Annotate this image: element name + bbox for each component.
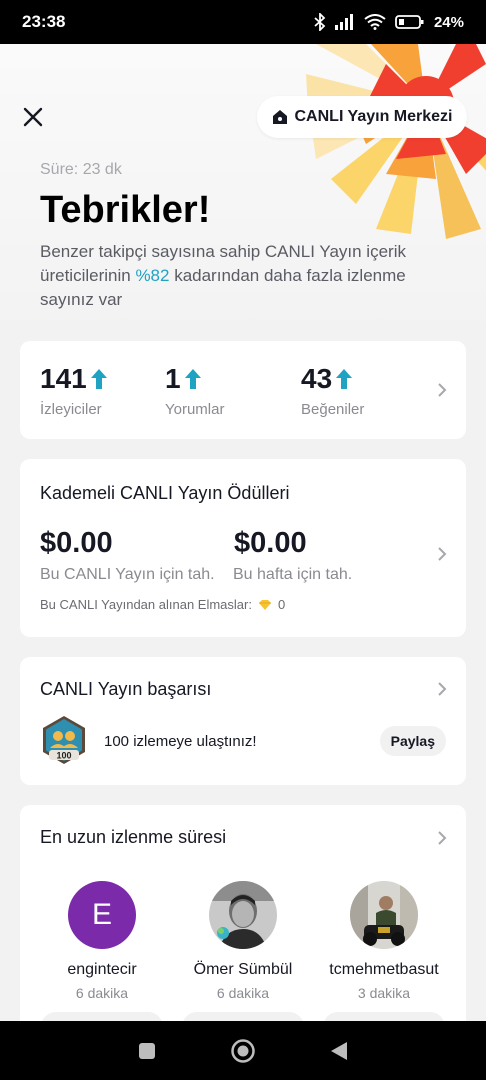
avatar-photo-motorcycle [350, 881, 418, 949]
diamond-icon [258, 599, 271, 610]
live-center-label: CANLI Yayın Merkezi [294, 108, 453, 125]
chevron-right-icon [438, 547, 447, 561]
weekly-earnings-label: Bu hafta için tah. [233, 566, 353, 583]
status-icons: 24% [314, 13, 464, 31]
viewer-item[interactable]: tcmehmetbasut 3 dakika [314, 881, 454, 1001]
desc-percentage: %82 [135, 266, 170, 285]
viewer-item[interactable]: Ömer Sümbül 6 dakika [173, 881, 313, 1001]
up-arrow-icon [184, 369, 201, 389]
up-arrow-icon [90, 369, 107, 389]
live-earnings-label: Bu CANLI Yayın için tah. [40, 566, 215, 583]
chevron-right-icon [438, 831, 447, 845]
signal-icon [334, 14, 353, 30]
milestone-text: 100 izlemeye ulaştınız! [104, 733, 257, 750]
diamonds-value: 0 [277, 597, 286, 612]
watch-title: En uzun izlenme süresi [40, 827, 227, 847]
status-time: 23:38 [22, 12, 66, 31]
back-icon[interactable] [329, 1040, 349, 1062]
stat-label: Yorumlar [165, 401, 225, 418]
chevron-right-icon [438, 383, 447, 397]
rewards-card[interactable]: Kademeli CANLI Yayın Ödülleri $0.00 Bu C… [20, 459, 466, 637]
rewards-title: Kademeli CANLI Yayın Ödülleri [40, 483, 290, 503]
stat-likes: 43 Beğeniler [301, 363, 364, 418]
home-icon[interactable] [230, 1038, 256, 1064]
diamonds-label: Bu CANLI Yayından alınan Elmaslar: [40, 597, 252, 612]
wifi-icon [364, 14, 386, 30]
badge-number: 100 [56, 751, 71, 761]
diamonds-row: Bu CANLI Yayından alınan Elmaslar: 0 [40, 597, 285, 612]
close-button[interactable] [18, 102, 48, 132]
stat-viewers: 141 İzleyiciler [40, 363, 108, 418]
avatar [350, 881, 418, 949]
milestone-badge-icon: 100 [43, 716, 85, 764]
chevron-right-icon [438, 682, 447, 696]
live-duration: Süre: 23 dk [40, 161, 122, 178]
recent-apps-icon[interactable] [137, 1041, 157, 1061]
viewer-name: Ömer Sümbül [193, 961, 293, 978]
status-bar: 23:38 24% [0, 0, 486, 44]
celebration-burst-graphic [306, 44, 486, 239]
stat-comments: 1 Yorumlar [165, 363, 224, 418]
home-live-icon [272, 110, 287, 124]
viewer-time: 6 dakika [75, 985, 129, 1001]
stat-value: 43 [301, 363, 333, 394]
stat-label: İzleyiciler [40, 401, 102, 418]
avatar-photo-portrait [209, 881, 277, 949]
bluetooth-icon [314, 13, 326, 31]
viewer-name: tcmehmetbasut [329, 961, 439, 978]
live-success-card[interactable]: CANLI Yayın başarısı 100 100 izlemeye ul… [20, 657, 466, 785]
longest-watch-card[interactable]: En uzun izlenme süresi E engintecir 6 da… [20, 805, 466, 1045]
share-button[interactable]: Paylaş [379, 726, 446, 756]
stat-value: 1 [165, 363, 181, 394]
stat-value: 141 [40, 363, 87, 394]
viewer-time: 6 dakika [216, 985, 270, 1001]
battery-percent: 24% [433, 13, 464, 31]
viewer-name: engintecir [67, 961, 137, 978]
comparison-description: Benzer takipçi sayısına sahip CANLI Yayı… [40, 240, 460, 312]
weekly-earnings-amount: $0.00 [234, 527, 307, 559]
viewer-time: 3 dakika [357, 985, 411, 1001]
stats-card[interactable]: 141 İzleyiciler 1 Yorumlar 43 Beğeniler [20, 341, 466, 439]
live-earnings-amount: $0.00 [40, 527, 113, 559]
live-center-button[interactable]: CANLI Yayın Merkezi [257, 96, 467, 138]
stat-label: Beğeniler [301, 401, 365, 418]
avatar: E [68, 881, 136, 949]
page-title: Tebrikler! [40, 189, 211, 231]
viewer-item[interactable]: E engintecir 6 dakika [32, 881, 172, 1001]
system-nav-bar [0, 1021, 486, 1080]
avatar [209, 881, 277, 949]
up-arrow-icon [336, 369, 353, 389]
success-title: CANLI Yayın başarısı [40, 679, 212, 699]
close-icon [23, 107, 43, 127]
battery-icon [395, 15, 424, 29]
